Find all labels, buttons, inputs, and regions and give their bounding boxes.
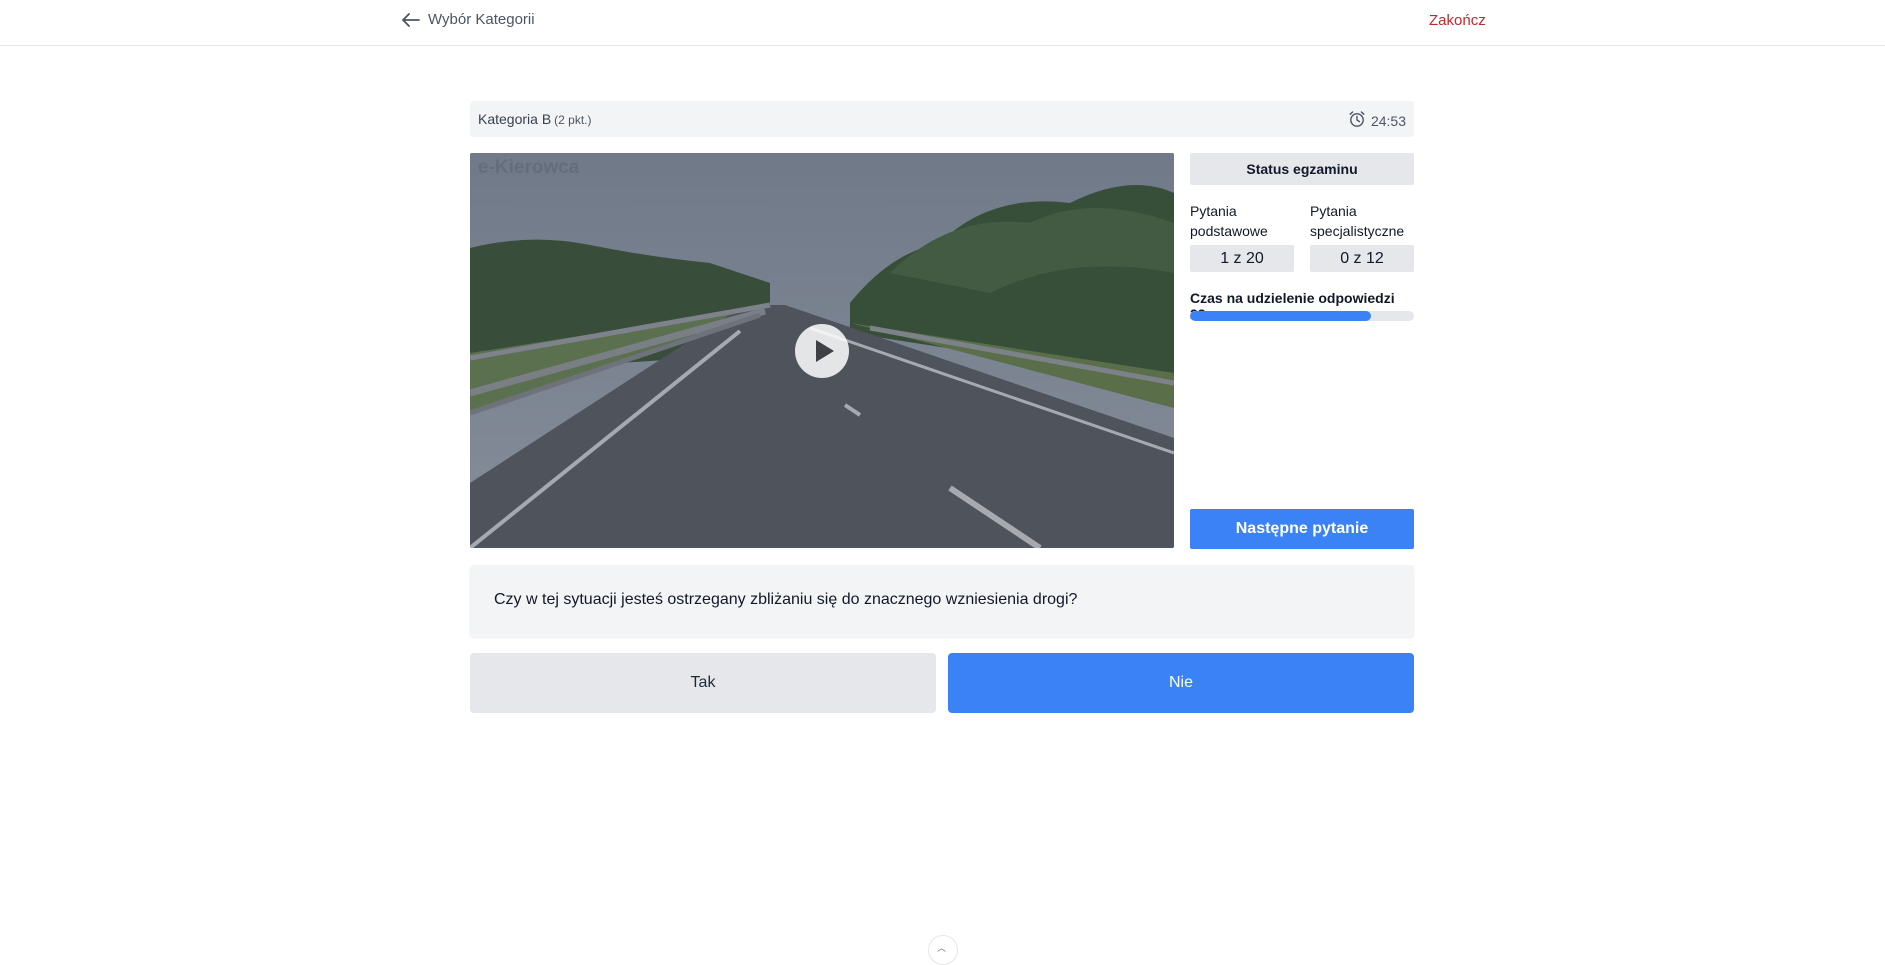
exam-status-panel: Status egzaminu Pytania podstawowe 1 z 2… <box>1190 153 1414 549</box>
special-questions-counter: Pytania specjalistyczne 0 z 12 <box>1310 201 1414 272</box>
question-video[interactable]: e-Kierowca <box>470 153 1174 548</box>
status-title: Status egzaminu <box>1190 153 1414 185</box>
timer-value: 24:53 <box>1370 112 1406 129</box>
chevron-up-icon: ︿ <box>937 943 947 953</box>
answer-yes-button[interactable]: Tak <box>470 653 936 713</box>
category-bar: Kategoria B (2 pkt.) 24:53 <box>470 101 1414 137</box>
play-icon[interactable] <box>795 324 849 378</box>
back-label: Wybór Kategorii <box>428 11 535 28</box>
answer-no-button[interactable]: Nie <box>948 653 1414 713</box>
alarm-clock-icon <box>1348 110 1366 131</box>
special-questions-value: 0 z 12 <box>1310 245 1414 272</box>
arrow-left-icon <box>402 12 420 27</box>
back-to-categories-link[interactable]: Wybór Kategorii <box>402 11 535 28</box>
category-title: Kategoria B (2 pkt.) <box>478 111 592 127</box>
scroll-hint[interactable]: ︿ <box>928 935 958 965</box>
finish-exam-link[interactable]: Zakończ <box>1429 12 1486 29</box>
question-text: Czy w tej sytuacji jesteś ostrzegany zbl… <box>494 591 1078 608</box>
next-question-button[interactable]: Następne pytanie <box>1190 509 1414 549</box>
top-bar: Wybór Kategorii Zakończ <box>0 0 1885 46</box>
video-watermark: e-Kierowca <box>478 157 580 178</box>
basic-questions-value: 1 z 20 <box>1190 245 1294 272</box>
special-questions-label: Pytania specjalistyczne <box>1310 203 1405 239</box>
question-box: Czy w tej sytuacji jesteś ostrzegany zbl… <box>470 565 1414 637</box>
category-name: Kategoria B <box>478 111 552 127</box>
category-points: (2 pkt.) <box>554 113 592 127</box>
basic-questions-label: Pytania podstawowe <box>1190 203 1268 239</box>
answer-time-progress <box>1190 311 1414 321</box>
exam-timer: 24:53 <box>1348 110 1406 131</box>
basic-questions-counter: Pytania podstawowe 1 z 20 <box>1190 201 1294 272</box>
answer-time-progress-fill <box>1190 311 1372 321</box>
